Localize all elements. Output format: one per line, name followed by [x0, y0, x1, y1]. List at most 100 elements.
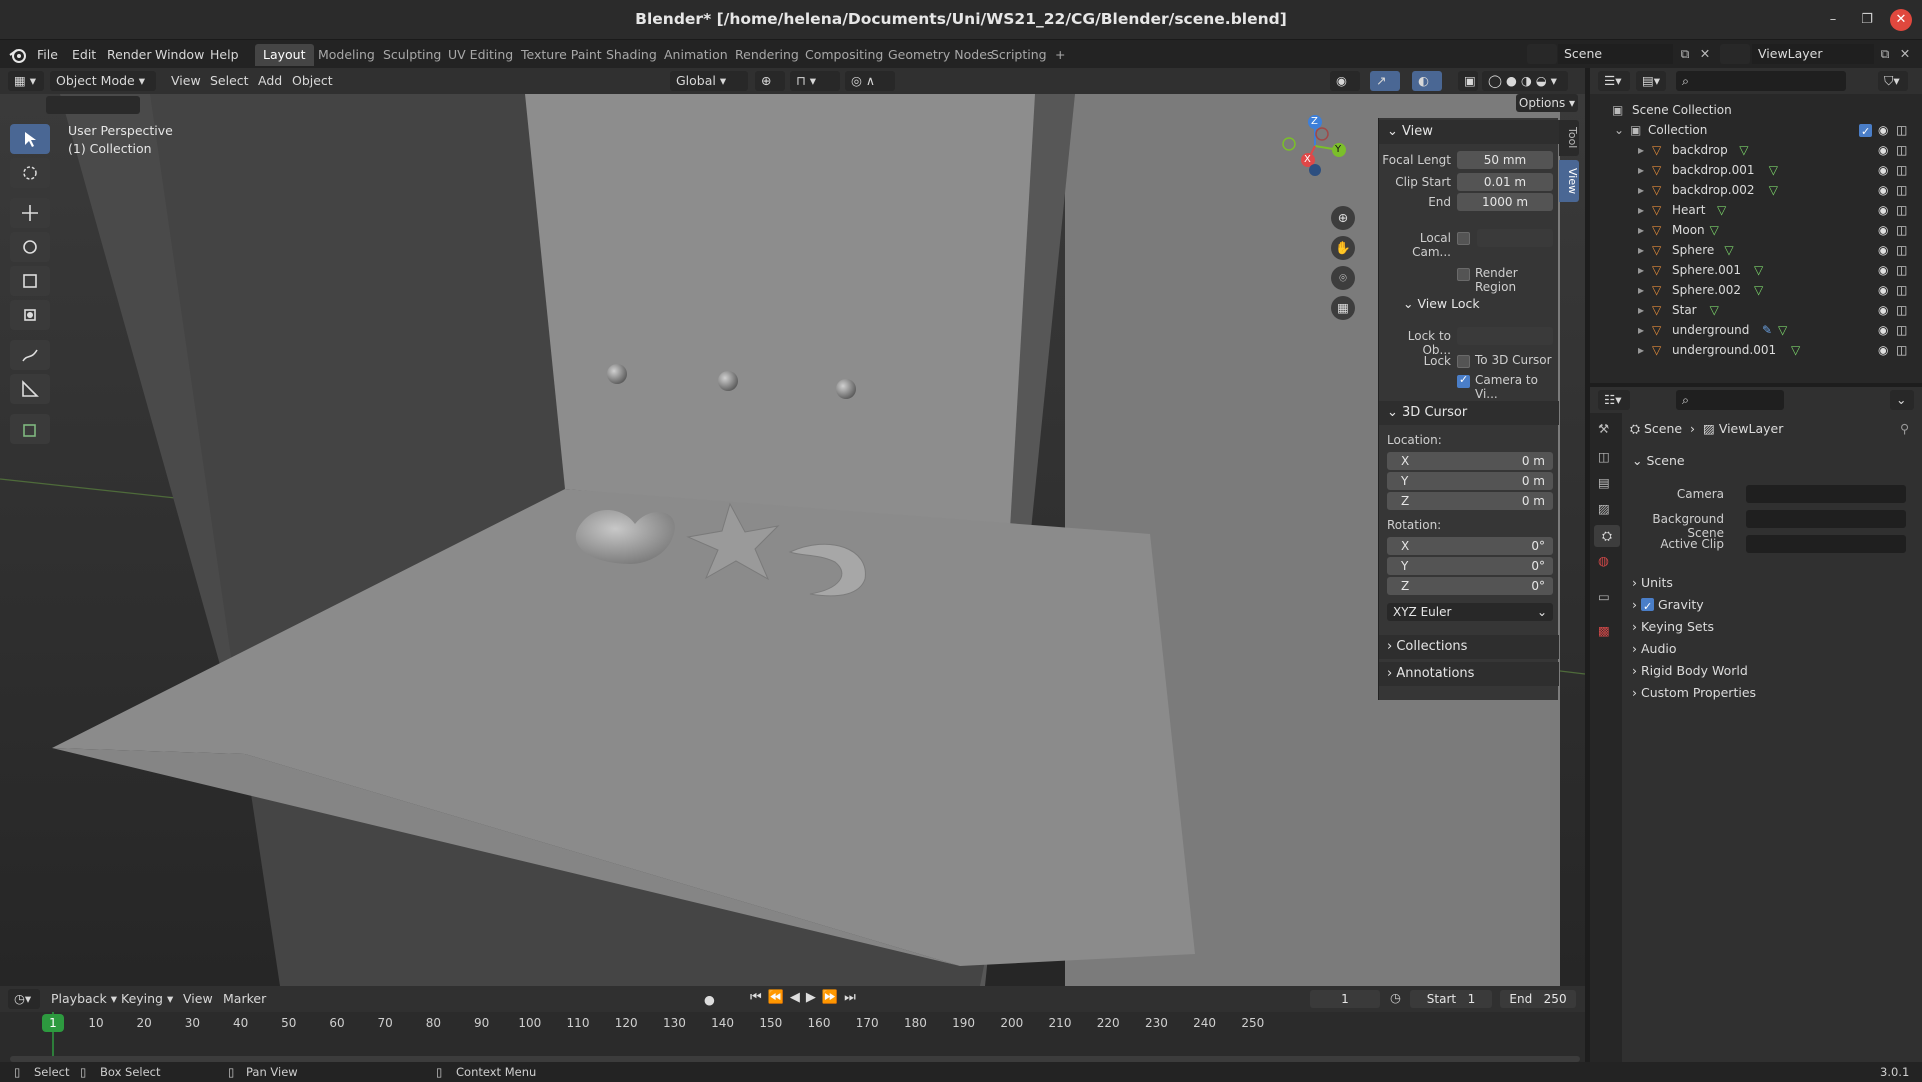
shading-modes[interactable]: ◯ ● ◑ ◒ ▾: [1482, 71, 1568, 91]
collections-panel-header[interactable]: › Collections: [1379, 635, 1559, 659]
outliner-search-input[interactable]: ⌕: [1676, 71, 1846, 91]
gizmo-toggle-icon[interactable]: ↗: [1370, 71, 1400, 91]
expand-arrow-icon[interactable]: ▸: [1638, 320, 1644, 340]
camera-render-icon[interactable]: ◫: [1896, 160, 1907, 180]
outliner-collection[interactable]: ⌄ ▣ Collection ◉ ◫: [1590, 120, 1922, 142]
workspace-tab-texture-paint[interactable]: Texture Paint: [513, 44, 610, 66]
maximize-icon[interactable]: ❐: [1856, 9, 1878, 31]
sidebar-tab-view[interactable]: View: [1559, 160, 1579, 202]
close-icon[interactable]: ✕: [1890, 9, 1912, 31]
render-region-checkbox[interactable]: [1457, 268, 1470, 281]
outliner-editor-type-icon[interactable]: ☰▾: [1598, 71, 1630, 91]
expand-arrow-icon[interactable]: ▸: [1638, 160, 1644, 180]
new-viewlayer-icon[interactable]: ⧉: [1876, 44, 1894, 64]
section-custom-properties[interactable]: › Custom Properties: [1632, 682, 1922, 704]
outliner-item-sphere-002[interactable]: ▸ ▽ Sphere.002 ▽ ◉ ◫: [1590, 280, 1922, 300]
scene-name-field[interactable]: Scene: [1558, 44, 1673, 64]
eye-icon[interactable]: ◉: [1878, 340, 1888, 360]
camera-render-icon[interactable]: ◫: [1896, 220, 1907, 240]
outliner-item-sphere[interactable]: ▸ ▽ Sphere ▽ ◉ ◫: [1590, 240, 1922, 260]
cursor-rotation-x-field[interactable]: X 0°: [1387, 537, 1553, 555]
navigation-gizmo[interactable]: Z Y X: [1275, 106, 1355, 186]
filter-icon[interactable]: ⛉▾: [1878, 71, 1908, 91]
viewport-menu-select[interactable]: Select: [205, 71, 254, 91]
menu-window[interactable]: Window: [148, 45, 211, 64]
clip-end-field[interactable]: 1000 m: [1457, 193, 1553, 211]
rotation-mode-dropdown[interactable]: XYZ Euler ⌄: [1387, 603, 1553, 621]
properties-editor-type-icon[interactable]: ☷▾: [1598, 390, 1630, 410]
xray-icon[interactable]: ▣: [1458, 71, 1478, 91]
workspace-tab-rendering[interactable]: Rendering: [727, 44, 807, 66]
outliner-item-sphere-001[interactable]: ▸ ▽ Sphere.001 ▽ ◉ ◫: [1590, 260, 1922, 280]
add-cube-tool-icon[interactable]: [10, 414, 50, 444]
snap-icon[interactable]: ⊓ ▾: [790, 71, 840, 91]
outliner-item-heart[interactable]: ▸ ▽ Heart ▽ ◉ ◫: [1590, 200, 1922, 220]
properties-search-input[interactable]: ⌕: [1676, 390, 1784, 410]
viewport-options-dropdown[interactable]: Options ▾: [1516, 94, 1578, 112]
section-units[interactable]: › Units: [1632, 572, 1922, 594]
cursor-location-y-field[interactable]: Y 0 m: [1387, 472, 1553, 490]
expand-arrow-icon[interactable]: ▸: [1638, 140, 1644, 160]
section-gravity[interactable]: › Gravity: [1632, 594, 1922, 618]
selection-mode-buttons[interactable]: [46, 96, 140, 114]
collection-tab-icon[interactable]: ▭: [1598, 589, 1610, 604]
eye-icon[interactable]: ◉: [1878, 120, 1888, 140]
workspace-tab-uv-editing[interactable]: UV Editing: [440, 44, 521, 66]
focal-length-field[interactable]: 50 mm: [1457, 151, 1553, 169]
view-panel-header[interactable]: ⌄ View: [1379, 120, 1559, 144]
viewlayer-name-field[interactable]: ViewLayer: [1752, 44, 1874, 64]
workspace-tab-compositing[interactable]: Compositing: [797, 44, 891, 66]
annotations-panel-header[interactable]: › Annotations: [1379, 662, 1559, 686]
cursor-location-z-field[interactable]: Z 0 m: [1387, 492, 1553, 510]
eye-icon[interactable]: ◉: [1878, 200, 1888, 220]
render-tab-icon[interactable]: ◫: [1598, 449, 1610, 464]
rotate-tool-icon[interactable]: [10, 232, 50, 262]
pan-hand-icon[interactable]: ✋: [1331, 236, 1355, 260]
3d-cursor-panel-header[interactable]: ⌄ 3D Cursor: [1379, 401, 1559, 425]
properties-options-icon[interactable]: ⌄: [1890, 390, 1914, 410]
zoom-icon[interactable]: ⊕: [1331, 206, 1355, 230]
eye-icon[interactable]: ◉: [1878, 160, 1888, 180]
editor-type-icon[interactable]: ▦ ▾: [8, 71, 44, 91]
section-keying-sets[interactable]: › Keying Sets: [1632, 616, 1922, 638]
section-rigid-body-world[interactable]: › Rigid Body World: [1632, 660, 1922, 682]
eye-icon[interactable]: ◉: [1878, 240, 1888, 260]
camera-render-icon[interactable]: ◫: [1896, 120, 1907, 140]
cursor-rotation-y-field[interactable]: Y 0°: [1387, 557, 1553, 575]
tool-tab-icon[interactable]: ⚒: [1598, 421, 1609, 436]
expand-arrow-icon[interactable]: ▸: [1638, 280, 1644, 300]
annotate-tool-icon[interactable]: [10, 340, 50, 370]
camera-render-icon[interactable]: ◫: [1896, 300, 1907, 320]
outliner-item-backdrop-001[interactable]: ▸ ▽ backdrop.001 ▽ ◉ ◫: [1590, 160, 1922, 180]
lock-to-object-field[interactable]: [1457, 327, 1553, 345]
output-tab-icon[interactable]: ▤: [1598, 475, 1610, 490]
camera-render-icon[interactable]: ◫: [1896, 240, 1907, 260]
local-camera-field[interactable]: [1477, 229, 1553, 247]
3d-viewport[interactable]: User Perspective (1) Collection Z Y X ⊕ …: [0, 94, 1585, 986]
object-mode-dropdown[interactable]: Object Mode ▾: [50, 71, 156, 91]
select-tool-icon[interactable]: [10, 124, 50, 154]
scale-tool-icon[interactable]: [10, 266, 50, 296]
background-scene-field[interactable]: [1746, 510, 1906, 528]
workspace-tab-animation[interactable]: Animation: [656, 44, 736, 66]
collection-include-checkbox[interactable]: [1859, 122, 1872, 142]
scene-tab-icon[interactable]: ⛭: [1594, 525, 1620, 547]
outliner-item-moon[interactable]: ▸ ▽ Moon ▽ ◉ ◫: [1590, 220, 1922, 240]
move-tool-icon[interactable]: [10, 198, 50, 228]
eye-icon[interactable]: ◉: [1878, 140, 1888, 160]
add-workspace-icon[interactable]: +: [1047, 44, 1073, 66]
camera-render-icon[interactable]: ◫: [1896, 260, 1907, 280]
expand-arrow-icon[interactable]: ▸: [1638, 300, 1644, 320]
texture-tab-icon[interactable]: ▩: [1598, 623, 1610, 638]
camera-render-icon[interactable]: ◫: [1896, 280, 1907, 300]
viewport-menu-object[interactable]: Object: [287, 71, 338, 91]
camera-render-icon[interactable]: ◫: [1896, 340, 1907, 360]
expand-arrow-icon[interactable]: ▸: [1638, 240, 1644, 260]
sidebar-tab-tool[interactable]: Tool: [1559, 120, 1579, 156]
outliner-item-underground[interactable]: ▸ ▽ underground ✎ ▽ ◉ ◫: [1590, 320, 1922, 340]
display-mode-icon[interactable]: ▤▾: [1636, 71, 1666, 91]
minimize-icon[interactable]: –: [1822, 9, 1844, 31]
camera-render-icon[interactable]: ◫: [1896, 140, 1907, 160]
outliner-item-backdrop-002[interactable]: ▸ ▽ backdrop.002 ▽ ◉ ◫: [1590, 180, 1922, 200]
scene-type-icon[interactable]: [1527, 44, 1557, 64]
